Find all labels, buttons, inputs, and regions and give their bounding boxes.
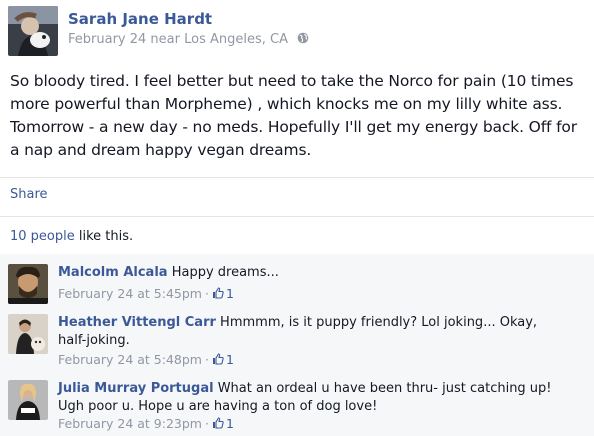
separator-dot: · [204,416,209,431]
comment-like-count[interactable]: 1 [226,352,234,367]
thumbs-up-icon[interactable] [212,417,224,429]
commenter-avatar[interactable] [8,380,48,420]
separator-dot: · [204,286,209,301]
post-header: Sarah Jane Hardt February 24 near Los An… [8,6,588,56]
post-body-text: So bloody tired. I feel better but need … [10,72,577,159]
post-meta: February 24 near Los Angeles, CA [68,32,309,47]
likes-summary: 10 people like this. [10,229,133,244]
globe-icon[interactable] [297,32,309,44]
divider [0,216,594,217]
post-location: near Los Angeles, CA [150,32,288,47]
separator-dot: · [204,352,209,367]
likes-people-link[interactable]: 10 people [10,229,75,244]
comment-meta: February 24 at 9:23pm · 1 [58,416,234,431]
comment-author[interactable]: Heather Vittengl Carr [58,315,216,330]
post-author-name[interactable]: Sarah Jane Hardt [68,10,212,28]
comment-body: Happy dreams... [171,265,279,280]
comment-timestamp[interactable]: February 24 at 5:45pm [58,286,202,301]
post-date[interactable]: February 24 [68,32,146,47]
share-button[interactable]: Share [10,187,48,202]
comment-text: Malcolm Alcala Happy dreams... [58,264,568,282]
comment-like-count[interactable]: 1 [226,286,234,301]
comment-like-count[interactable]: 1 [226,416,234,431]
comment-author[interactable]: Julia Murray Portugal [58,381,214,396]
comment-meta: February 24 at 5:45pm · 1 [58,286,234,301]
comment-meta: February 24 at 5:48pm · 1 [58,352,234,367]
author-avatar[interactable] [8,6,58,56]
thumbs-up-icon[interactable] [212,287,224,299]
comment-author[interactable]: Malcolm Alcala [58,265,168,280]
commenter-avatar[interactable] [8,314,48,354]
comment-item: Heather Vittengl Carr Hmmmm, is it puppy… [8,314,588,374]
likes-suffix: like this. [74,229,134,244]
comment-timestamp[interactable]: February 24 at 9:23pm [58,416,202,431]
thumbs-up-icon[interactable] [212,353,224,365]
commenter-avatar[interactable] [8,264,48,304]
divider [0,177,594,178]
comment-timestamp[interactable]: February 24 at 5:48pm [58,352,202,367]
comment-text: Julia Murray Portugal What an ordeal u h… [58,380,568,416]
comments-section: Malcolm Alcala Happy dreams... February … [0,254,594,436]
comment-item: Malcolm Alcala Happy dreams... February … [8,264,588,308]
comment-text: Heather Vittengl Carr Hmmmm, is it puppy… [58,314,568,350]
comment-item: Julia Murray Portugal What an ordeal u h… [8,380,588,436]
